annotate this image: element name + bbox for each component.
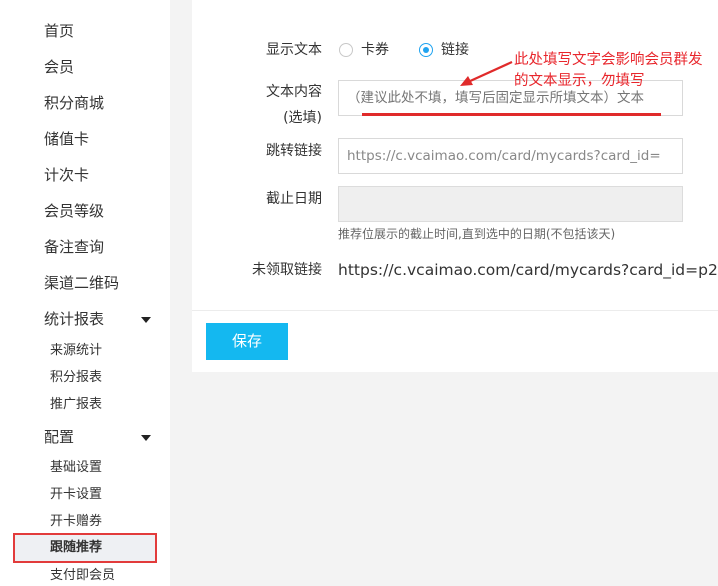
deadline-label: 截止日期 xyxy=(266,191,322,207)
jump-link-label: 跳转链接 xyxy=(266,143,322,159)
sidebar-item-home[interactable]: 首页 xyxy=(44,21,74,41)
annotation-underline xyxy=(362,113,661,116)
content-label: 文本内容 xyxy=(266,84,322,100)
sidebar-item-remark-query[interactable]: 备注查询 xyxy=(44,237,104,257)
radio-coupon[interactable] xyxy=(339,43,353,57)
sidebar: 首页 会员 积分商城 储值卡 计次卡 会员等级 备注查询 渠道二维码 统计报表 … xyxy=(0,0,170,586)
radio-link[interactable] xyxy=(419,43,433,57)
display-text-label: 显示文本 xyxy=(266,42,322,58)
sidebar-item-member[interactable]: 会员 xyxy=(44,57,74,77)
chevron-down-icon[interactable] xyxy=(141,435,151,441)
unclaimed-link-value: https://c.vcaimao.com/card/mycards?card_… xyxy=(338,261,718,279)
sidebar-item-reports[interactable]: 统计报表 xyxy=(44,309,104,329)
save-button[interactable]: 保存 xyxy=(206,323,288,360)
deadline-hint: 推荐位展示的截止时间,直到选中的日期(不包括该天) xyxy=(338,227,616,241)
jump-link-input[interactable] xyxy=(338,138,683,174)
sidebar-item-member-level[interactable]: 会员等级 xyxy=(44,201,104,221)
sidebar-item-promo-report[interactable]: 推广报表 xyxy=(50,396,102,414)
sidebar-item-count-card[interactable]: 计次卡 xyxy=(44,165,89,185)
sidebar-item-pay-member[interactable]: 支付即会员 xyxy=(50,567,115,585)
sidebar-item-channel-qrcode[interactable]: 渠道二维码 xyxy=(44,273,119,293)
sidebar-item-points-report[interactable]: 积分报表 xyxy=(50,369,102,387)
content-optional-label: (选填) xyxy=(283,110,322,126)
radio-coupon-label: 卡券 xyxy=(361,42,389,58)
annotation-text: 此处填写文字会影响会员群发的文本显示，勿填写 xyxy=(514,52,703,89)
sidebar-item-card-settings[interactable]: 开卡设置 xyxy=(50,486,102,504)
deadline-input[interactable] xyxy=(338,186,683,222)
divider xyxy=(192,310,718,311)
unclaimed-link-label: 未领取链接 xyxy=(252,262,322,278)
annotation-arrow-icon xyxy=(460,60,513,86)
sidebar-item-card-coupon[interactable]: 开卡赠券 xyxy=(50,513,102,531)
sidebar-item-points-mall[interactable]: 积分商城 xyxy=(44,93,104,113)
sidebar-item-source-stats[interactable]: 来源统计 xyxy=(50,342,102,360)
radio-link-label: 链接 xyxy=(441,42,469,58)
sidebar-item-basic-settings[interactable]: 基础设置 xyxy=(50,459,102,477)
chevron-down-icon[interactable] xyxy=(141,317,151,323)
sidebar-item-config[interactable]: 配置 xyxy=(44,427,74,447)
sidebar-item-stored-card[interactable]: 储值卡 xyxy=(44,129,89,149)
sidebar-item-follow-recommend[interactable]: 跟随推荐 xyxy=(50,539,102,557)
